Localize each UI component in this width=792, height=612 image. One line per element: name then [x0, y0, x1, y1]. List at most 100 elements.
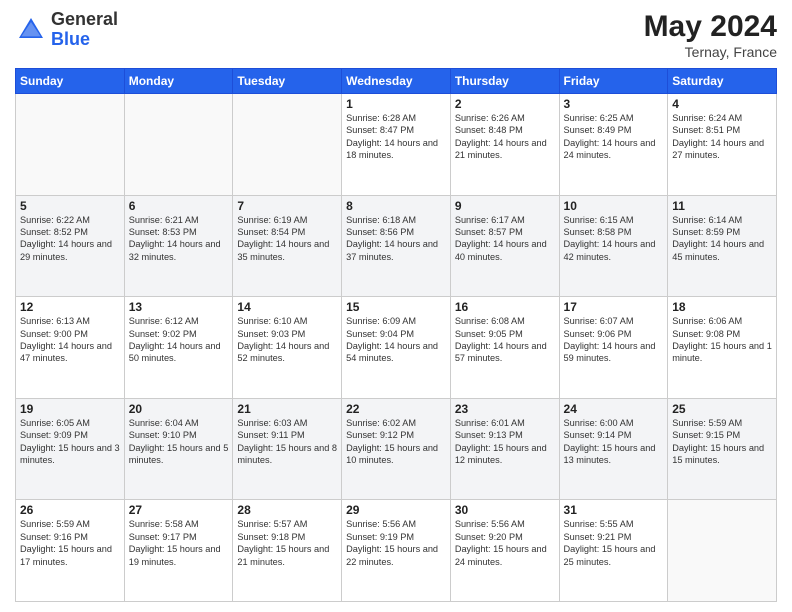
calendar-cell: 17Sunrise: 6:07 AM Sunset: 9:06 PM Dayli…: [559, 297, 668, 399]
day-info: Sunrise: 6:25 AM Sunset: 8:49 PM Dayligh…: [564, 112, 664, 162]
day-number: 4: [672, 97, 772, 111]
day-number: 23: [455, 402, 555, 416]
calendar-cell: [668, 500, 777, 602]
calendar-cell: 19Sunrise: 6:05 AM Sunset: 9:09 PM Dayli…: [16, 398, 125, 500]
day-number: 18: [672, 300, 772, 314]
location: Ternay, France: [644, 44, 777, 60]
day-number: 12: [20, 300, 120, 314]
calendar-cell: 20Sunrise: 6:04 AM Sunset: 9:10 PM Dayli…: [124, 398, 233, 500]
day-header-monday: Monday: [124, 69, 233, 94]
calendar-cell: [233, 94, 342, 196]
calendar-header-row: SundayMondayTuesdayWednesdayThursdayFrid…: [16, 69, 777, 94]
day-info: Sunrise: 6:09 AM Sunset: 9:04 PM Dayligh…: [346, 315, 446, 365]
day-number: 19: [20, 402, 120, 416]
day-number: 17: [564, 300, 664, 314]
calendar-cell: 8Sunrise: 6:18 AM Sunset: 8:56 PM Daylig…: [342, 195, 451, 297]
calendar-cell: 15Sunrise: 6:09 AM Sunset: 9:04 PM Dayli…: [342, 297, 451, 399]
day-header-tuesday: Tuesday: [233, 69, 342, 94]
calendar-week-5: 26Sunrise: 5:59 AM Sunset: 9:16 PM Dayli…: [16, 500, 777, 602]
day-number: 1: [346, 97, 446, 111]
day-info: Sunrise: 5:55 AM Sunset: 9:21 PM Dayligh…: [564, 518, 664, 568]
day-info: Sunrise: 5:58 AM Sunset: 9:17 PM Dayligh…: [129, 518, 229, 568]
day-number: 29: [346, 503, 446, 517]
day-number: 20: [129, 402, 229, 416]
calendar-cell: 10Sunrise: 6:15 AM Sunset: 8:58 PM Dayli…: [559, 195, 668, 297]
day-info: Sunrise: 6:01 AM Sunset: 9:13 PM Dayligh…: [455, 417, 555, 467]
calendar-cell: 13Sunrise: 6:12 AM Sunset: 9:02 PM Dayli…: [124, 297, 233, 399]
day-info: Sunrise: 6:03 AM Sunset: 9:11 PM Dayligh…: [237, 417, 337, 467]
calendar-cell: 16Sunrise: 6:08 AM Sunset: 9:05 PM Dayli…: [450, 297, 559, 399]
logo-general: General: [51, 9, 118, 29]
day-info: Sunrise: 6:21 AM Sunset: 8:53 PM Dayligh…: [129, 214, 229, 264]
calendar-cell: [16, 94, 125, 196]
day-number: 31: [564, 503, 664, 517]
day-number: 10: [564, 199, 664, 213]
day-number: 15: [346, 300, 446, 314]
day-number: 24: [564, 402, 664, 416]
calendar-cell: 11Sunrise: 6:14 AM Sunset: 8:59 PM Dayli…: [668, 195, 777, 297]
day-number: 28: [237, 503, 337, 517]
calendar-cell: [124, 94, 233, 196]
day-number: 25: [672, 402, 772, 416]
day-number: 6: [129, 199, 229, 213]
calendar-cell: 29Sunrise: 5:56 AM Sunset: 9:19 PM Dayli…: [342, 500, 451, 602]
day-header-thursday: Thursday: [450, 69, 559, 94]
logo-icon: [15, 14, 47, 46]
day-info: Sunrise: 6:05 AM Sunset: 9:09 PM Dayligh…: [20, 417, 120, 467]
day-info: Sunrise: 5:59 AM Sunset: 9:15 PM Dayligh…: [672, 417, 772, 467]
calendar-cell: 26Sunrise: 5:59 AM Sunset: 9:16 PM Dayli…: [16, 500, 125, 602]
calendar-week-1: 1Sunrise: 6:28 AM Sunset: 8:47 PM Daylig…: [16, 94, 777, 196]
calendar-cell: 3Sunrise: 6:25 AM Sunset: 8:49 PM Daylig…: [559, 94, 668, 196]
day-info: Sunrise: 6:17 AM Sunset: 8:57 PM Dayligh…: [455, 214, 555, 264]
calendar-cell: 28Sunrise: 5:57 AM Sunset: 9:18 PM Dayli…: [233, 500, 342, 602]
day-number: 9: [455, 199, 555, 213]
day-info: Sunrise: 5:56 AM Sunset: 9:20 PM Dayligh…: [455, 518, 555, 568]
day-info: Sunrise: 6:12 AM Sunset: 9:02 PM Dayligh…: [129, 315, 229, 365]
day-info: Sunrise: 6:18 AM Sunset: 8:56 PM Dayligh…: [346, 214, 446, 264]
day-info: Sunrise: 5:57 AM Sunset: 9:18 PM Dayligh…: [237, 518, 337, 568]
calendar-cell: 22Sunrise: 6:02 AM Sunset: 9:12 PM Dayli…: [342, 398, 451, 500]
day-info: Sunrise: 6:06 AM Sunset: 9:08 PM Dayligh…: [672, 315, 772, 365]
calendar-cell: 4Sunrise: 6:24 AM Sunset: 8:51 PM Daylig…: [668, 94, 777, 196]
day-number: 14: [237, 300, 337, 314]
calendar-cell: 24Sunrise: 6:00 AM Sunset: 9:14 PM Dayli…: [559, 398, 668, 500]
logo-blue: Blue: [51, 29, 90, 49]
day-info: Sunrise: 6:02 AM Sunset: 9:12 PM Dayligh…: [346, 417, 446, 467]
calendar-week-2: 5Sunrise: 6:22 AM Sunset: 8:52 PM Daylig…: [16, 195, 777, 297]
calendar-table: SundayMondayTuesdayWednesdayThursdayFrid…: [15, 68, 777, 602]
day-info: Sunrise: 6:24 AM Sunset: 8:51 PM Dayligh…: [672, 112, 772, 162]
day-number: 8: [346, 199, 446, 213]
day-number: 26: [20, 503, 120, 517]
day-number: 7: [237, 199, 337, 213]
day-header-wednesday: Wednesday: [342, 69, 451, 94]
day-number: 3: [564, 97, 664, 111]
day-number: 13: [129, 300, 229, 314]
day-info: Sunrise: 6:14 AM Sunset: 8:59 PM Dayligh…: [672, 214, 772, 264]
day-header-friday: Friday: [559, 69, 668, 94]
calendar-week-4: 19Sunrise: 6:05 AM Sunset: 9:09 PM Dayli…: [16, 398, 777, 500]
header: General Blue May 2024 Ternay, France: [15, 10, 777, 60]
calendar-cell: 23Sunrise: 6:01 AM Sunset: 9:13 PM Dayli…: [450, 398, 559, 500]
day-header-saturday: Saturday: [668, 69, 777, 94]
calendar-cell: 18Sunrise: 6:06 AM Sunset: 9:08 PM Dayli…: [668, 297, 777, 399]
day-number: 11: [672, 199, 772, 213]
calendar-cell: 5Sunrise: 6:22 AM Sunset: 8:52 PM Daylig…: [16, 195, 125, 297]
day-info: Sunrise: 6:15 AM Sunset: 8:58 PM Dayligh…: [564, 214, 664, 264]
calendar-cell: 6Sunrise: 6:21 AM Sunset: 8:53 PM Daylig…: [124, 195, 233, 297]
title-block: May 2024 Ternay, France: [644, 10, 777, 60]
day-number: 2: [455, 97, 555, 111]
calendar-cell: 7Sunrise: 6:19 AM Sunset: 8:54 PM Daylig…: [233, 195, 342, 297]
calendar-week-3: 12Sunrise: 6:13 AM Sunset: 9:00 PM Dayli…: [16, 297, 777, 399]
day-info: Sunrise: 6:22 AM Sunset: 8:52 PM Dayligh…: [20, 214, 120, 264]
day-header-sunday: Sunday: [16, 69, 125, 94]
calendar-cell: 1Sunrise: 6:28 AM Sunset: 8:47 PM Daylig…: [342, 94, 451, 196]
calendar-cell: 25Sunrise: 5:59 AM Sunset: 9:15 PM Dayli…: [668, 398, 777, 500]
page: General Blue May 2024 Ternay, France Sun…: [0, 0, 792, 612]
month-year: May 2024: [644, 10, 777, 44]
day-number: 22: [346, 402, 446, 416]
day-info: Sunrise: 6:26 AM Sunset: 8:48 PM Dayligh…: [455, 112, 555, 162]
day-info: Sunrise: 6:13 AM Sunset: 9:00 PM Dayligh…: [20, 315, 120, 365]
calendar-cell: 27Sunrise: 5:58 AM Sunset: 9:17 PM Dayli…: [124, 500, 233, 602]
day-info: Sunrise: 6:19 AM Sunset: 8:54 PM Dayligh…: [237, 214, 337, 264]
day-number: 27: [129, 503, 229, 517]
